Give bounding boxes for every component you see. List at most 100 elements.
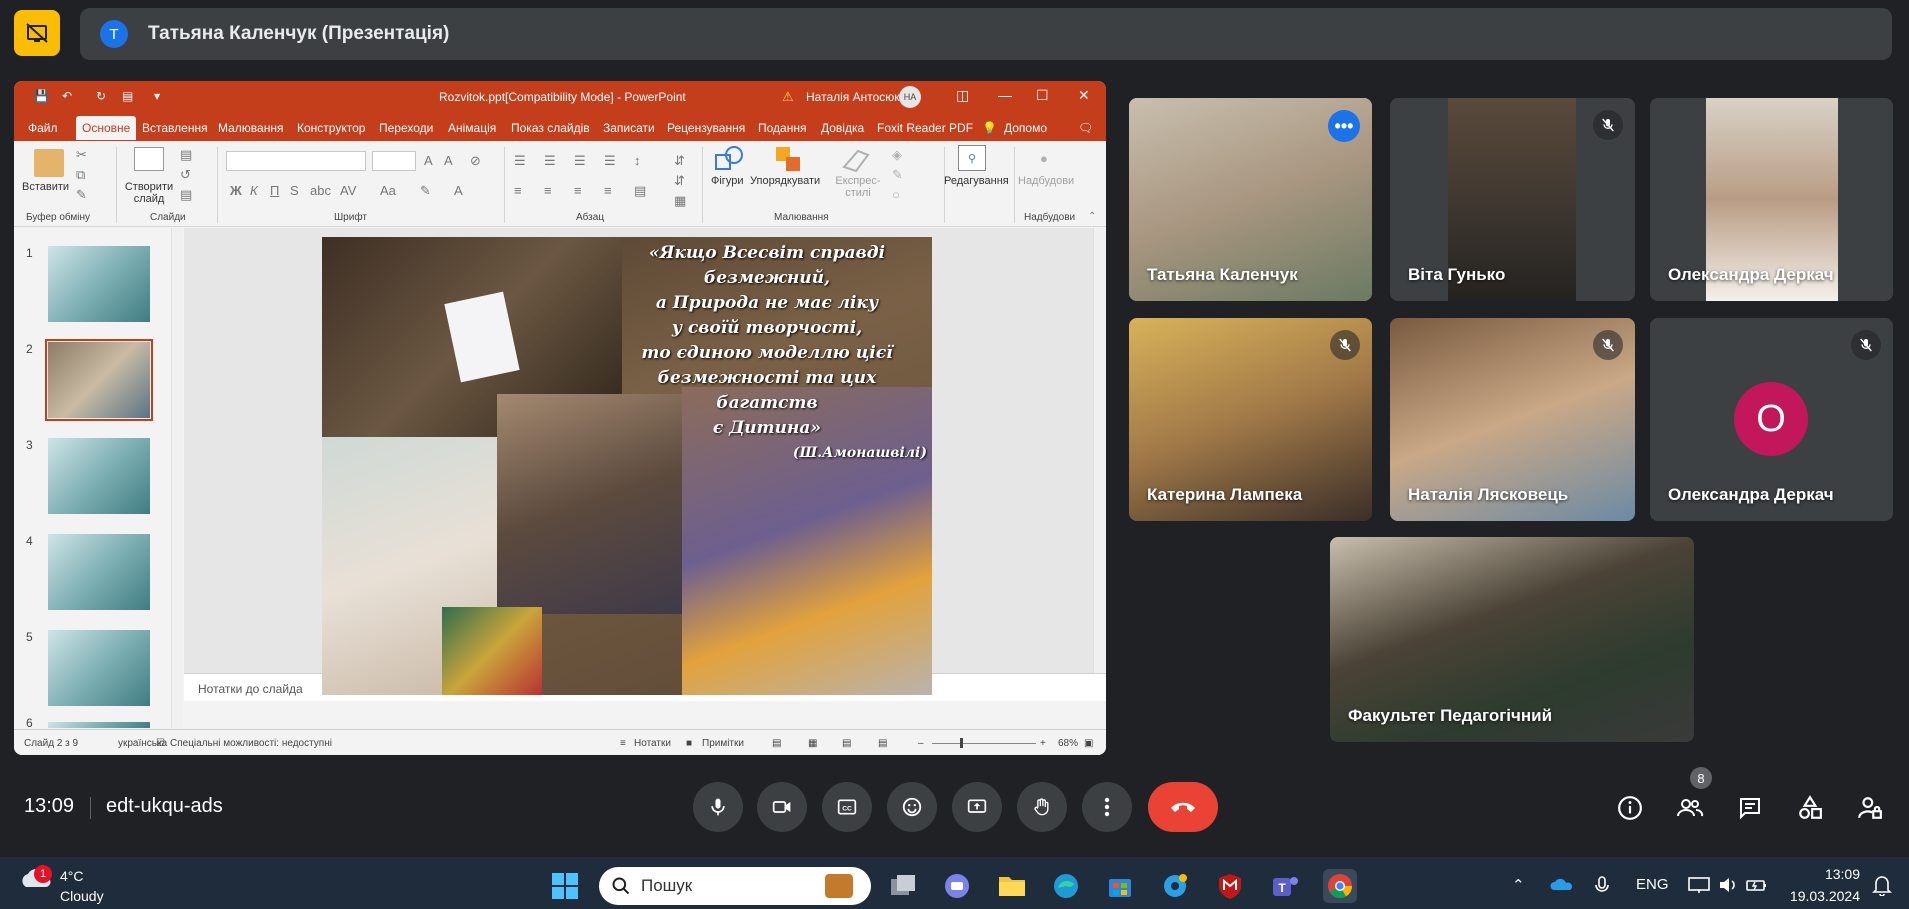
text-direction-icon: ⇵: [674, 153, 685, 168]
menu-transitions: Переходи: [379, 121, 434, 135]
slide-number: 5: [26, 630, 33, 644]
ppt-file-title: Rozvitok.ppt[Compatibility Mode] - Power…: [439, 90, 686, 104]
quote-line: «Якщо Всесвіт справді безмежний,: [648, 243, 886, 288]
clear-format-icon: ⊘: [470, 153, 481, 168]
onedrive-icon[interactable]: [1550, 876, 1574, 897]
more-options-button[interactable]: •••: [1328, 110, 1360, 142]
teams-chat-app[interactable]: [940, 869, 974, 903]
current-slide: «Якщо Всесвіт справді безмежний, а Приро…: [322, 237, 932, 695]
file-explorer-app[interactable]: [995, 869, 1029, 903]
slide-thumbnail-selected: [45, 339, 153, 421]
ppt-status-bar: Слайд 2 з 9 українська ☑ Спеціальні можл…: [14, 729, 1106, 755]
collapse-ribbon-icon: ⌃: [1088, 211, 1097, 222]
participant-tile[interactable]: Віта Гунько: [1390, 98, 1635, 301]
notes-status-icon: ≡: [620, 738, 626, 749]
quote-line: є Дитина»: [712, 418, 822, 438]
host-controls-button[interactable]: [1852, 790, 1888, 826]
mic-off-icon: [1593, 330, 1623, 360]
font-name-box: [226, 151, 366, 171]
participant-tile[interactable]: ••• Татьяна Каленчук: [1129, 98, 1372, 301]
slide-thumbnail: [48, 246, 150, 322]
task-view-button[interactable]: [886, 869, 920, 903]
people-button[interactable]: [1672, 790, 1708, 826]
participant-name: Наталія Лясковець: [1408, 485, 1569, 504]
participant-tile[interactable]: Наталія Лясковець: [1390, 318, 1635, 521]
teams-app[interactable]: T: [1268, 869, 1302, 903]
status-comments-button: Примітки: [702, 738, 744, 749]
edge-app[interactable]: [1049, 869, 1083, 903]
slide-scrollbar: [1093, 228, 1106, 673]
chevron-up-icon[interactable]: ⌃: [1512, 876, 1525, 894]
bold-icon: Ж: [230, 183, 242, 198]
participant-tile[interactable]: Олександра Деркач: [1650, 98, 1893, 301]
indent-icon: ☰: [574, 153, 586, 168]
participant-tile[interactable]: Факультет Педагогічний: [1330, 537, 1694, 742]
taskbar-search[interactable]: Пошук: [599, 867, 871, 905]
shapes-icon: [715, 146, 743, 170]
captions-button[interactable]: CC: [822, 782, 872, 832]
normal-view-icon: ▤: [772, 738, 782, 749]
battery-icon[interactable]: [1746, 876, 1768, 899]
chat-button[interactable]: [1732, 790, 1768, 826]
participant-name: Олександра Деркач: [1668, 265, 1834, 284]
volume-icon[interactable]: [1718, 876, 1740, 899]
slide-number: 2: [26, 342, 33, 356]
format-painter-icon: ✎: [76, 187, 87, 202]
ribbon-separator: [504, 147, 505, 223]
store-app[interactable]: [1103, 869, 1137, 903]
activities-button[interactable]: [1792, 790, 1828, 826]
camera-button[interactable]: [757, 782, 807, 832]
raise-hand-button[interactable]: [1017, 782, 1067, 832]
microphone-button[interactable]: [693, 782, 743, 832]
presenter-avatar: T: [100, 20, 128, 48]
input-language[interactable]: ENG: [1636, 876, 1669, 893]
mcafee-app[interactable]: [1213, 869, 1247, 903]
section-icon: ▤: [180, 187, 193, 202]
menu-help: Довідка: [821, 121, 865, 135]
fit-slide-icon: ▣: [1084, 738, 1094, 749]
editing-label: Редагування: [944, 175, 1009, 187]
chrome-app[interactable]: [1323, 869, 1357, 903]
mic-off-icon: [1851, 330, 1881, 360]
start-button[interactable]: [548, 869, 582, 903]
participant-tile[interactable]: Катерина Лампека: [1129, 318, 1372, 521]
font-size-box: [372, 151, 416, 171]
menu-foxit: Foxit Reader PDF: [877, 121, 974, 135]
leave-call-button[interactable]: [1148, 782, 1218, 832]
ppt-user-avatar: НА: [899, 86, 921, 108]
participant-tile[interactable]: О Олександра Деркач: [1650, 318, 1893, 521]
meeting-details-button[interactable]: [1612, 790, 1648, 826]
participant-name: Катерина Лампека: [1147, 485, 1303, 504]
customize-icon: ▾: [154, 89, 161, 103]
undo-icon: ↶: [62, 89, 73, 103]
mic-off-icon: [1593, 110, 1623, 140]
status-notes-button: Нотатки: [634, 738, 671, 749]
mic-off-icon: [1330, 330, 1360, 360]
hand-icon: [1034, 798, 1049, 816]
taskbar-clock[interactable]: 13:09: [1790, 866, 1860, 882]
participant-name: Віта Гунько: [1408, 265, 1506, 284]
slide-quote: «Якщо Всесвіт справді безмежний, а Приро…: [607, 241, 927, 466]
strike-icon: abc: [310, 183, 331, 198]
menu-home: Основне: [76, 116, 137, 140]
accessibility-icon: ☑: [156, 738, 165, 749]
outdent-icon: ☰: [604, 153, 616, 168]
zoom-slider: [932, 743, 1036, 744]
notification-bell-icon[interactable]: [1872, 874, 1892, 901]
taskbar-date[interactable]: 19.03.2024: [1778, 888, 1860, 904]
arrange-icon: [776, 147, 800, 171]
network-icon[interactable]: [1688, 876, 1710, 899]
edge-icon: [1054, 874, 1078, 898]
slide-thumbnail: [48, 630, 150, 706]
more-options-button[interactable]: [1082, 782, 1132, 832]
present-now-button[interactable]: [952, 782, 1002, 832]
emoji-icon: [902, 797, 922, 817]
status-zoom: 68%: [1058, 738, 1079, 749]
slide-photo-pencil-cup: [442, 607, 542, 695]
reactions-button[interactable]: [887, 782, 937, 832]
mic-tray-icon[interactable]: [1594, 876, 1610, 901]
people-count-badge: 8: [1690, 767, 1712, 789]
stop-presenting-button[interactable]: [14, 10, 60, 56]
slideshow-view-icon: ▤: [878, 738, 888, 749]
settings-app[interactable]: [1158, 869, 1192, 903]
